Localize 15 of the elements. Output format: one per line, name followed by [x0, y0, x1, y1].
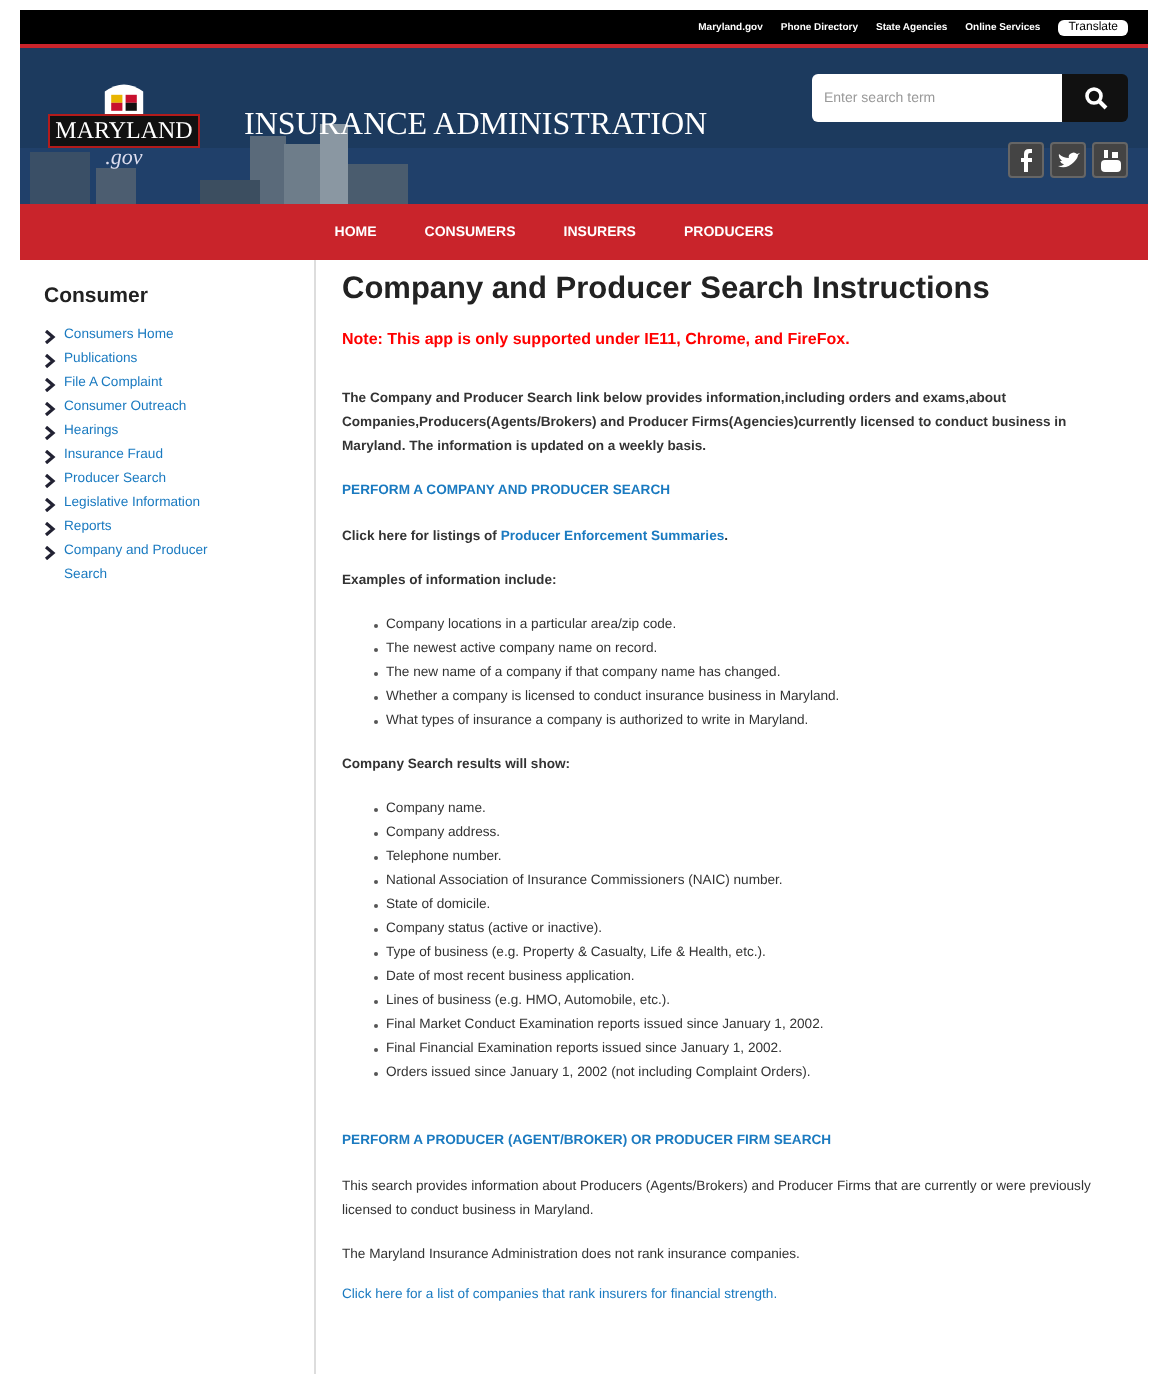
site-title: INSURANCE ADMINISTRATION [244, 108, 708, 144]
sidebar-title: Consumer [44, 284, 150, 308]
youtube-button[interactable] [1092, 142, 1128, 178]
bird-icon [1057, 151, 1079, 169]
search-icon [1083, 86, 1107, 110]
twitter-button[interactable] [1050, 142, 1086, 178]
facebook-button[interactable] [1008, 142, 1044, 178]
logo-wordmark[interactable]: MARYLAND [47, 114, 201, 148]
page-title: Company and Producer Search Instructions [342, 272, 992, 308]
search-button[interactable] [1062, 74, 1128, 122]
crest-icon [100, 82, 148, 114]
tube-icon [1099, 149, 1121, 171]
support-note: Note: This app is only supported under IE11, Chrome, and FireFox. [342, 328, 852, 352]
logo-suffix: .gov [105, 148, 143, 170]
facebook-icon [1018, 148, 1034, 172]
